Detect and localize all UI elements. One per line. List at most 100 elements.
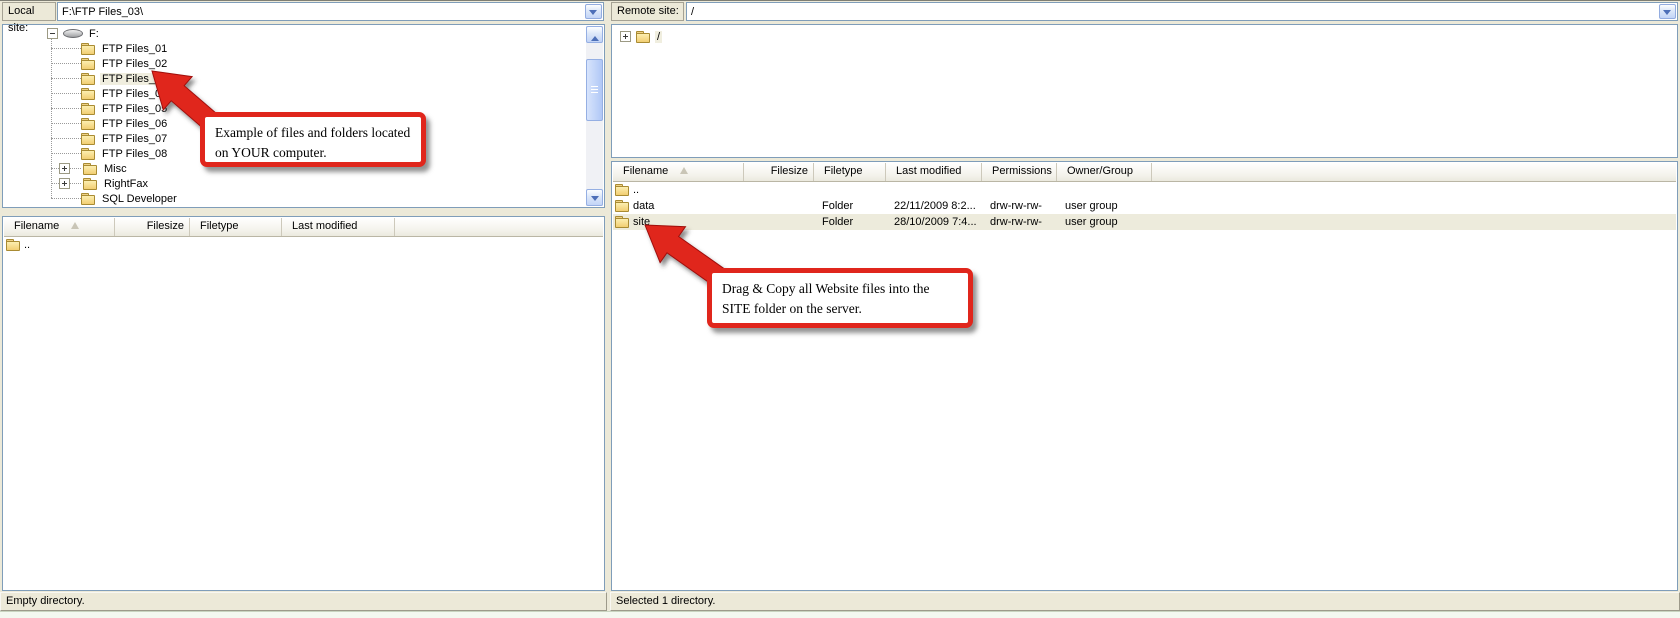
tree-item-label: FTP Files_06 xyxy=(100,118,169,130)
tree-connector-line xyxy=(51,153,81,154)
folder-icon xyxy=(81,43,96,55)
bottom-edge-strip xyxy=(0,611,1680,618)
tree-connector-line xyxy=(51,48,81,49)
tree-connector-line xyxy=(51,78,81,79)
tree-item[interactable]: FTP Files_02 xyxy=(4,56,603,71)
tree-item-label: Misc xyxy=(102,163,129,175)
tree-connector-line xyxy=(51,123,81,124)
tree-item-label: FTP Files_05 xyxy=(100,103,169,115)
folder-icon xyxy=(81,73,96,85)
tree-connector-line xyxy=(51,93,81,94)
tree-item[interactable]: RightFax xyxy=(4,176,603,191)
column-header-filesize[interactable]: Filesize xyxy=(115,218,190,236)
folder-icon xyxy=(6,239,21,251)
file-row-data[interactable]: data Folder 22/11/2009 8:2... drw-rw-rw-… xyxy=(613,198,1676,214)
file-row-parent-dir[interactable]: .. xyxy=(4,237,603,253)
chevron-down-icon[interactable] xyxy=(585,4,602,19)
scroll-down-button[interactable] xyxy=(586,189,603,206)
tree-item-label: FTP Files_02 xyxy=(100,58,169,70)
local-path-input[interactable] xyxy=(58,3,588,19)
tree-item-f-drive[interactable]: F: xyxy=(4,26,603,41)
folder-icon xyxy=(83,163,98,175)
sort-ascending-triangle-icon xyxy=(680,167,688,174)
folder-icon xyxy=(81,118,96,130)
folder-icon xyxy=(615,184,630,196)
plus-box-icon[interactable] xyxy=(59,163,70,174)
folder-icon xyxy=(81,103,96,115)
tree-connector-line xyxy=(51,63,81,64)
remote-status-bar: Selected 1 directory. xyxy=(610,592,1680,611)
drive-icon xyxy=(63,29,83,38)
owner-group-cell: user group xyxy=(1057,214,1152,230)
filetype-cell: Folder xyxy=(814,198,886,214)
remote-list-header: Filename Filesize Filetype Last modified… xyxy=(613,163,1676,182)
tree-item-label: FTP Files_03 xyxy=(100,73,169,85)
column-header-permissions[interactable]: Permissions xyxy=(982,163,1057,181)
tree-item-label: SQL Developer xyxy=(100,193,179,205)
folder-icon xyxy=(615,200,630,212)
column-header-filename[interactable]: Filename xyxy=(613,163,744,181)
column-header-last-modified[interactable]: Last modified xyxy=(886,163,982,181)
tree-item[interactable]: SQL Developer xyxy=(4,191,603,206)
local-site-label: Local site: xyxy=(2,2,56,21)
tree-item-selected[interactable]: FTP Files_03 xyxy=(4,71,603,86)
folder-icon xyxy=(615,216,630,228)
local-list-header: Filename Filesize Filetype Last modified xyxy=(4,218,603,237)
column-header-filetype[interactable]: Filetype xyxy=(190,218,282,236)
chevron-down-icon xyxy=(591,196,599,205)
plus-box-icon[interactable] xyxy=(59,178,70,189)
tree-connector-line xyxy=(51,138,81,139)
folder-icon xyxy=(81,148,96,160)
tree-item-remote-root[interactable]: / xyxy=(613,29,1676,44)
filename-text: site xyxy=(633,214,650,230)
remote-file-list-panel: Filename Filesize Filetype Last modified… xyxy=(611,161,1678,591)
column-header-filetype[interactable]: Filetype xyxy=(814,163,886,181)
filename-text: .. xyxy=(633,182,639,198)
column-header-owner-group[interactable]: Owner/Group xyxy=(1057,163,1152,181)
tree-connector-line xyxy=(51,198,81,199)
tree-item[interactable]: FTP Files_01 xyxy=(4,41,603,56)
chevron-down-icon[interactable] xyxy=(1659,4,1676,19)
folder-icon xyxy=(83,178,98,190)
remote-path-combobox[interactable] xyxy=(686,2,1678,21)
scroll-up-button[interactable] xyxy=(586,26,603,43)
permissions-cell: drw-rw-rw- xyxy=(982,198,1057,214)
owner-group-cell: user group xyxy=(1057,198,1152,214)
column-header-filler xyxy=(1152,163,1676,181)
folder-icon xyxy=(81,88,96,100)
chevron-down-glyph xyxy=(589,10,597,19)
folder-icon xyxy=(81,58,96,70)
annotation-callout-remote: Drag & Copy all Website files into the S… xyxy=(707,268,973,328)
last-modified-cell: 28/10/2009 7:4... xyxy=(886,214,982,230)
chevron-down-glyph xyxy=(1663,10,1671,19)
permissions-cell: drw-rw-rw- xyxy=(982,214,1057,230)
local-file-list-panel: Filename Filesize Filetype Last modified… xyxy=(2,216,605,591)
tree-item[interactable]: FTP Files_04 xyxy=(4,86,603,101)
local-status-bar: Empty directory. xyxy=(0,592,607,611)
sort-ascending-triangle-icon xyxy=(71,222,79,229)
column-header-last-modified[interactable]: Last modified xyxy=(282,218,395,236)
column-header-filesize[interactable]: Filesize xyxy=(744,163,814,181)
column-header-label: Filename xyxy=(623,165,668,177)
remote-tree-view[interactable]: / xyxy=(613,26,1676,156)
remote-tree-panel: / xyxy=(611,24,1678,158)
minus-box-icon[interactable] xyxy=(47,28,58,39)
local-path-combobox[interactable] xyxy=(57,2,604,21)
column-header-filename[interactable]: Filename xyxy=(4,218,115,236)
file-row-parent-dir[interactable]: .. xyxy=(613,182,1676,198)
plus-box-icon[interactable] xyxy=(620,31,631,42)
file-row-site-selected[interactable]: site Folder 28/10/2009 7:4... drw-rw-rw-… xyxy=(613,214,1676,230)
scrollbar-thumb[interactable] xyxy=(586,59,603,121)
tree-item-label: F: xyxy=(87,28,101,40)
remote-path-input[interactable] xyxy=(687,3,1662,19)
folder-icon xyxy=(81,193,96,205)
folder-icon xyxy=(636,31,651,43)
filetype-cell: Folder xyxy=(814,214,886,230)
tree-item-label: FTP Files_07 xyxy=(100,133,169,145)
annotation-callout-local: Example of files and folders located on … xyxy=(200,112,426,167)
column-header-label: Filename xyxy=(14,220,59,232)
tree-connector-line xyxy=(51,108,81,109)
column-header-filler xyxy=(395,218,603,236)
chevron-up-icon xyxy=(591,32,599,41)
vertical-scrollbar[interactable] xyxy=(586,26,603,206)
